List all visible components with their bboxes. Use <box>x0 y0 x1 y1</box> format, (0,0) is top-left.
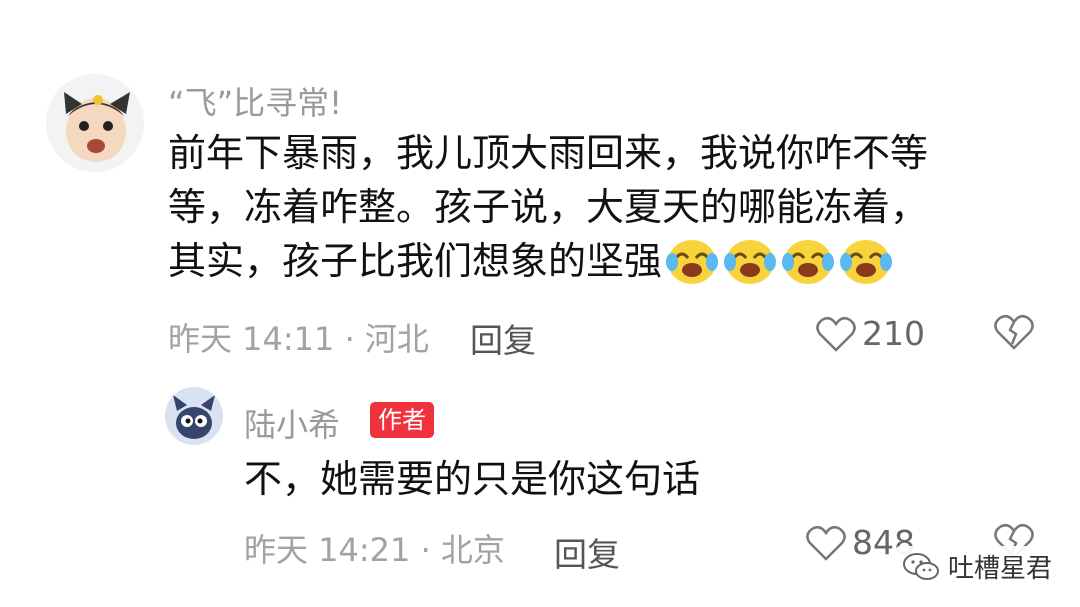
reply-time-location: 昨天 14:21 · 北京 <box>244 531 505 569</box>
reply-avatar[interactable] <box>165 387 223 445</box>
comment-line-2: 等，冻着咋整。孩子说，大夏天的哪能冻着， <box>168 185 929 229</box>
reply-reply-button[interactable]: 回复 <box>554 528 620 576</box>
comment-line-1: 前年下暴雨，我儿顶大雨回来，我说你咋不等 <box>168 131 929 175</box>
crying-laughing-icon <box>840 240 893 284</box>
comment-line-3-text: 其实，孩子比我们想象的坚强 <box>168 239 663 283</box>
crying-laughing-icon <box>782 240 835 284</box>
reply-username[interactable]: 陆小希 <box>244 400 340 446</box>
heart-icon <box>816 316 856 352</box>
crying-laughing-icon <box>724 240 777 284</box>
wechat-icon <box>903 552 939 580</box>
comment-username[interactable]: “飞”比寻常! <box>168 78 342 124</box>
heart-icon <box>806 525 846 561</box>
author-badge: 作者 <box>370 402 434 438</box>
like-count: 210 <box>862 314 925 353</box>
like-button[interactable]: 210 <box>816 314 925 353</box>
avatar[interactable] <box>46 74 144 172</box>
comment-text: 前年下暴雨，我儿顶大雨回来，我说你咋不等 等，冻着咋整。孩子说，大夏天的哪能冻着… <box>168 126 1048 288</box>
emoji-row <box>666 236 893 286</box>
broken-heart-icon <box>994 314 1034 350</box>
comment-time-location: 昨天 14:11 · 河北 <box>168 320 429 358</box>
dislike-button[interactable] <box>994 314 1034 354</box>
crying-laughing-icon <box>666 240 719 284</box>
watermark: 吐槽星君 <box>896 546 1059 587</box>
reply-button[interactable]: 回复 <box>470 314 536 362</box>
comment-line-3: 其实，孩子比我们想象的坚强 <box>168 234 1048 288</box>
reply-text: 不，她需要的只是你这句话 <box>244 457 701 501</box>
watermark-text: 吐槽星君 <box>948 554 1053 584</box>
